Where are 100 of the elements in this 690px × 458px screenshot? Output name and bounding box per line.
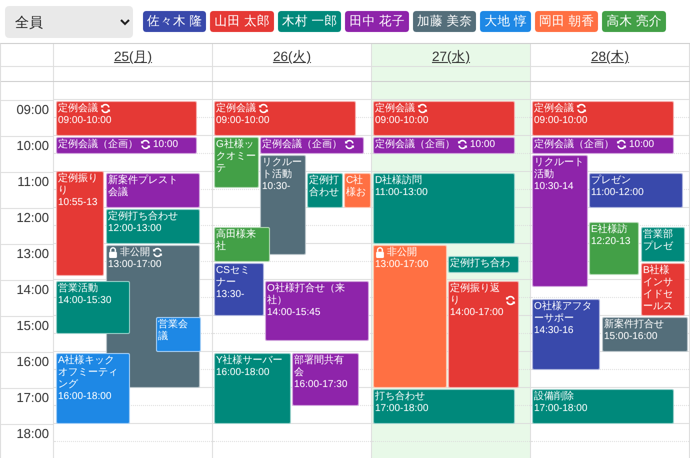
- calendar-event[interactable]: プレゼン 11:00-12:00: [589, 173, 683, 208]
- time-label: 11:00: [17, 174, 49, 189]
- event-title: 新案件プレスト会議: [108, 175, 179, 199]
- event-title: 定例会議: [58, 103, 98, 115]
- day-header[interactable]: 26(火): [272, 48, 311, 66]
- member-tag[interactable]: 岡田 朝香: [534, 11, 598, 32]
- time-label: 15:00: [16, 318, 49, 333]
- event-title: 定例振り返り: [450, 283, 501, 307]
- event-title: 営業会議: [158, 319, 189, 343]
- event-title: E社様訪: [591, 224, 628, 236]
- calendar-event[interactable]: 定例会議 09:00-10:00: [373, 101, 515, 136]
- event-time: 15:00-16:00: [604, 331, 658, 342]
- event-time: 10:00: [470, 139, 496, 151]
- event-time: 11:00-12:00: [591, 187, 644, 198]
- event-title: CSセミナー: [216, 265, 251, 289]
- calendar-event[interactable]: リクルート活動 10:30-: [260, 155, 306, 255]
- member-tag[interactable]: 木村 一郎: [278, 11, 342, 32]
- time-label: 09:00: [16, 102, 49, 117]
- day-header[interactable]: 28(木): [590, 48, 629, 66]
- time-label: 18:00: [16, 426, 49, 441]
- calendar-event[interactable]: 営業活動 14:00-15:30: [56, 281, 130, 334]
- event-title: 営業活動: [58, 283, 98, 295]
- event-title: 設備削除: [534, 391, 574, 403]
- calendar-event[interactable]: C社様お: [344, 173, 371, 208]
- calendar-event[interactable]: G社様ックオミーテ: [214, 137, 259, 188]
- calendar-event[interactable]: A社様キックオフミーティング 16:00-18:00: [56, 353, 130, 424]
- calendar-event[interactable]: 定例振りり 10:55-13: [56, 171, 104, 276]
- calendar-event[interactable]: 定例打ち合わせ 12:00-13:00: [106, 209, 200, 244]
- calendar-event[interactable]: 打ち合わせ 17:00-18:00: [373, 389, 515, 424]
- event-title: 定例会議: [375, 103, 415, 115]
- member-tag[interactable]: 加藤 美奈: [412, 11, 476, 32]
- calendar-event[interactable]: 部署間共有会 16:00-17:30: [292, 353, 359, 406]
- calendar-event[interactable]: リクルート活動 10:30-14: [532, 155, 588, 288]
- calendar-event[interactable]: 定例会議（企画） 10:00: [56, 137, 197, 154]
- calendar-event[interactable]: 設備削除 17:00-18:00: [532, 389, 674, 424]
- calendar-event[interactable]: O社様アフターサポー 14:30-16: [532, 299, 600, 370]
- calendar-event[interactable]: Y社様サーバー 16:00-18:00: [214, 353, 291, 424]
- member-tag[interactable]: 山田 太郎: [210, 11, 274, 32]
- member-tag[interactable]: 田中 花子: [345, 11, 409, 32]
- event-time: 09:00-10:00: [534, 115, 588, 126]
- calendar-event[interactable]: 定例会議 09:00-10:00: [56, 101, 197, 136]
- time-label: 10:00: [16, 138, 49, 153]
- day-header[interactable]: 25(月): [114, 48, 152, 66]
- event-time: 10:00: [629, 139, 654, 151]
- event-title: O社様アフターサポー: [534, 301, 593, 325]
- event-time: 17:00-18:00: [534, 403, 588, 414]
- event-title: G社様ックオミーテ: [216, 139, 257, 175]
- calendar-event[interactable]: 定例会議（企画）: [260, 137, 364, 154]
- calendar-event[interactable]: 定例会議（企画） 10:00: [532, 137, 674, 154]
- calendar-event[interactable]: 定例打合わせ: [307, 173, 343, 208]
- calendar-event[interactable]: 定例会議 09:00-10:00: [214, 101, 356, 136]
- calendar-event[interactable]: 高田様来社: [214, 227, 270, 262]
- calendar-event[interactable]: 営業会議: [156, 317, 201, 352]
- calendar-event[interactable]: 定例会議 09:00-10:00: [532, 101, 674, 136]
- time-label: 13:00: [16, 246, 49, 261]
- event-title: 打ち合わせ: [375, 391, 425, 403]
- event-title: O社様打合せ（来社）: [267, 283, 346, 307]
- event-title: 営業部プレゼ: [643, 229, 674, 253]
- event-title: Y社様サーバー: [216, 355, 283, 367]
- day-header[interactable]: 27(水): [432, 48, 470, 66]
- member-tag[interactable]: 佐々木 隆: [143, 11, 206, 32]
- calendar-event[interactable]: 新案件プレスト会議: [106, 173, 200, 208]
- event-title: リクルート活動: [534, 157, 585, 181]
- event-time: 12:00-13:00: [108, 223, 162, 234]
- event-title: 定例会議（企画）: [375, 139, 455, 151]
- calendar-event[interactable]: 定例打ち合わ: [448, 256, 519, 273]
- event-time: 09:00-10:00: [58, 115, 112, 126]
- event-time: 13:30-: [216, 289, 244, 300]
- member-select[interactable]: 全員: [5, 6, 133, 38]
- event-time: 10:30-: [262, 181, 290, 192]
- calendar-event[interactable]: 定例会議（企画） 10:00: [373, 137, 515, 154]
- time-label: 16:00: [16, 354, 49, 369]
- event-title: 定例会議: [534, 103, 574, 115]
- member-tag[interactable]: 高木 亮介: [602, 11, 666, 32]
- event-title: 部署間共有会: [294, 355, 345, 379]
- event-title: 新案件打合せ: [604, 319, 664, 331]
- calendar-event[interactable]: O社様打合せ（来社） 14:00-15:45: [265, 281, 369, 342]
- event-title: 非公開: [387, 247, 417, 259]
- event-time: 10:00: [153, 139, 178, 151]
- calendar-event[interactable]: E社様訪 12:20-13: [589, 222, 639, 275]
- event-title: 定例会議: [216, 103, 256, 115]
- event-time: 14:00-17:00: [450, 307, 504, 318]
- event-time: 16:00-18:00: [58, 391, 112, 402]
- calendar-event[interactable]: 非公開 13:00-17:00: [373, 245, 447, 388]
- calendar-event[interactable]: CSセミナー 13:30-: [214, 263, 264, 316]
- calendar-event[interactable]: 新案件打合せ 15:00-16:00: [602, 317, 688, 352]
- event-title: 定例打ち合わ: [450, 258, 510, 270]
- calendar-event[interactable]: 営業部プレゼ: [641, 227, 685, 262]
- event-time: 10:55-13: [58, 197, 98, 208]
- calendar-event[interactable]: D社様訪問 11:00-13:00: [373, 173, 515, 244]
- event-time: 14:30-16: [534, 325, 574, 336]
- event-time: 10:30-14: [534, 181, 574, 192]
- calendar-event[interactable]: 定例振り返り 14:00-17:00: [448, 281, 519, 388]
- event-title: 高田様来社: [216, 229, 257, 253]
- member-tag[interactable]: 大地 惇: [480, 11, 531, 32]
- event-title: D社様訪問: [375, 175, 422, 187]
- event-title: 定例振りり: [58, 173, 99, 198]
- time-label: 14:00: [16, 282, 49, 297]
- calendar-event[interactable]: B社様インサイドセールス: [641, 263, 685, 316]
- time-label: 17:00: [16, 390, 49, 405]
